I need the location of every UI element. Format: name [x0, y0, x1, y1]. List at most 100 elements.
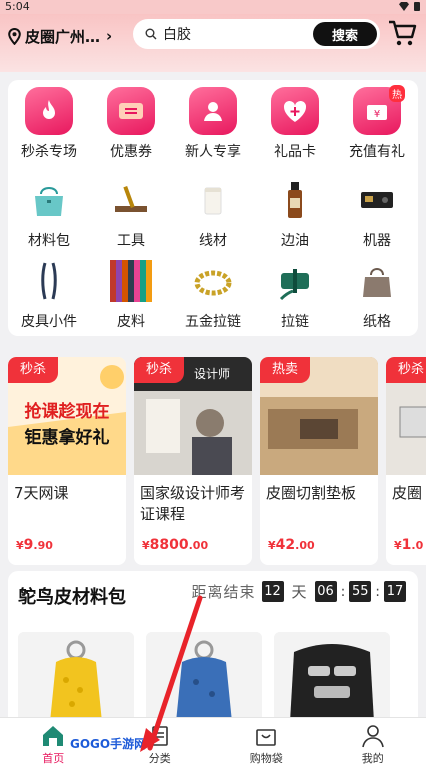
quick-link-recharge[interactable]: ¥ 热 充值有礼: [336, 85, 418, 161]
location-selector[interactable]: 皮圈广州… ›: [8, 24, 112, 48]
svg-text:钜惠拿好礼: 钜惠拿好礼: [25, 427, 110, 448]
category-label: 五金拉链: [185, 314, 241, 330]
bag-icon: [25, 176, 73, 224]
svg-text:设计师: 设计师: [194, 367, 230, 381]
countdown-label: 距离结束: [191, 583, 256, 601]
category-pattern[interactable]: 纸格: [336, 257, 418, 331]
countdown-day-unit: 天: [291, 583, 307, 601]
hot-badge: 热: [389, 85, 405, 102]
quick-link-label: 新人专享: [185, 144, 241, 160]
category-hardware-zipper[interactable]: 五金拉链: [172, 257, 254, 331]
promo-price: ¥9.90: [16, 537, 53, 553]
category-card: 秒杀专场 优惠券 新人专享 礼品卡 ¥ 热 充值有礼 材料包 工具 线材 边油 …: [8, 80, 418, 336]
category-thread[interactable]: 线材: [172, 176, 254, 250]
promo-card[interactable]: 设计师 秒杀 国家级设计师考证课程 ¥8800.00: [134, 357, 252, 565]
tool-icon: [107, 176, 155, 224]
promo-carousel[interactable]: 抢课趁现在 钜惠拿好礼 秒杀 7天网课 ¥9.90 设计师 秒杀 国家级设计师考…: [8, 357, 426, 565]
chevron-right-icon: ›: [106, 27, 113, 45]
location-pin-icon: [8, 27, 21, 45]
product-thumbnail[interactable]: [274, 632, 390, 719]
handbag-icon: [353, 257, 401, 305]
chain-icon: [189, 257, 237, 305]
svg-text:抢课趁现在: 抢课趁现在: [25, 401, 110, 422]
tab-label: 我的: [361, 752, 384, 765]
category-label: 工具: [117, 233, 145, 249]
tab-profile[interactable]: 我的: [320, 718, 426, 765]
search-icon: [145, 28, 157, 40]
location-label: 皮圈广州…: [25, 27, 101, 46]
ostrich-leather-section: 鸵鸟皮材料包 距离结束 12 天 06 : 55 : 17: [8, 571, 418, 719]
promo-tag: 热卖: [260, 357, 311, 383]
promo-card[interactable]: 秒杀 皮圈 ¥1.0: [386, 357, 426, 565]
svg-text:¥: ¥: [374, 109, 380, 120]
promo-tag: 秒杀: [8, 357, 59, 383]
category-zipper[interactable]: 拉链: [254, 257, 336, 331]
category-small-goods[interactable]: 皮具小件: [8, 257, 90, 331]
leather-swatch-icon: [107, 257, 155, 305]
category-material-kit[interactable]: 材料包: [8, 176, 90, 250]
search-button[interactable]: 搜索: [313, 22, 377, 46]
category-row: 皮具小件 皮料 五金拉链 拉链 纸格: [8, 257, 418, 331]
promo-card[interactable]: 热卖 皮圈切割垫板 ¥42.00: [260, 357, 378, 565]
lanyard-icon: [25, 257, 73, 305]
quick-link-new-user[interactable]: 新人专享: [172, 87, 254, 161]
status-icons: [399, 2, 420, 11]
category-label: 机器: [363, 233, 391, 249]
search-bar: 搜索: [133, 19, 380, 49]
category-leather[interactable]: 皮料: [90, 257, 172, 331]
category-label: 材料包: [28, 233, 70, 249]
quick-link-coupon[interactable]: 优惠券: [90, 87, 172, 161]
product-thumbnail[interactable]: [146, 632, 262, 719]
category-label: 皮具小件: [21, 314, 77, 330]
section-title: 鸵鸟皮材料包: [18, 587, 126, 608]
bottom-tab-bar: 首页 分类 购物袋 我的: [0, 717, 426, 765]
quick-link-label: 充值有礼: [349, 144, 405, 160]
promo-title: 国家级设计师考证课程: [140, 484, 246, 523]
tab-label: 分类: [148, 752, 171, 765]
promo-price: ¥42.00: [268, 537, 315, 553]
countdown-hours: 06: [314, 581, 337, 602]
battery-icon: [414, 2, 420, 11]
countdown-seconds: 17: [384, 581, 406, 602]
product-thumbnail[interactable]: [18, 632, 134, 719]
category-tools[interactable]: 工具: [90, 176, 172, 250]
tab-label: 购物袋: [249, 752, 283, 765]
category-machine[interactable]: 机器: [336, 176, 418, 250]
quick-link-flash-sale[interactable]: 秒杀专场: [8, 87, 90, 161]
category-edge-oil[interactable]: 边油: [254, 176, 336, 250]
gift-card-icon: [271, 87, 319, 135]
profile-icon: [360, 723, 386, 749]
quick-link-label: 礼品卡: [274, 144, 316, 160]
search-input[interactable]: [163, 26, 303, 42]
quick-link-gift-card[interactable]: 礼品卡: [254, 87, 336, 161]
app-header: 皮圈广州… › 搜索: [0, 14, 426, 72]
shopping-bag-icon: [253, 723, 279, 749]
quick-link-label: 秒杀专场: [21, 144, 77, 160]
promo-price: ¥1.0: [394, 537, 424, 553]
category-icon: [147, 723, 173, 749]
quick-link-label: 优惠券: [110, 144, 152, 160]
coupon-icon: [107, 87, 155, 135]
status-time: 5:04: [5, 0, 30, 13]
cart-icon[interactable]: [387, 19, 417, 47]
tab-shopping-bag[interactable]: 购物袋: [213, 718, 320, 765]
tab-label: 首页: [42, 752, 65, 765]
category-label: 线材: [199, 233, 227, 249]
countdown-timer: 距离结束 12 天 06 : 55 : 17: [192, 581, 406, 602]
wifi-icon: [399, 2, 409, 11]
watermark-logo: GOGO手游网: [70, 733, 147, 753]
machine-icon: [353, 176, 401, 224]
new-user-icon: [189, 87, 237, 135]
category-row: 材料包 工具 线材 边油 机器: [8, 176, 418, 250]
status-bar: 5:04: [0, 0, 426, 14]
promo-title: 皮圈切割垫板: [266, 484, 357, 502]
category-label: 边油: [281, 233, 309, 249]
countdown-separator: :: [375, 583, 380, 600]
category-label: 皮料: [117, 314, 145, 330]
bottle-icon: [271, 176, 319, 224]
promo-card[interactable]: 抢课趁现在 钜惠拿好礼 秒杀 7天网课 ¥9.90: [8, 357, 126, 565]
countdown-separator: :: [340, 583, 346, 600]
quick-links-row: 秒杀专场 优惠券 新人专享 礼品卡 ¥ 热 充值有礼: [8, 85, 418, 161]
promo-title: 皮圈: [392, 484, 423, 502]
thread-spool-icon: [189, 176, 237, 224]
